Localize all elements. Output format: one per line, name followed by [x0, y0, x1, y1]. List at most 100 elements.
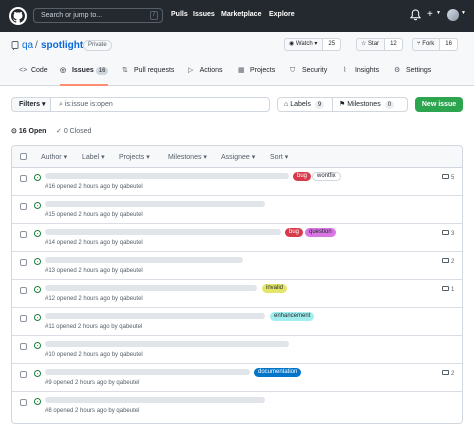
select-all-checkbox[interactable] — [20, 153, 27, 160]
issue-label[interactable]: wontfix — [312, 172, 341, 181]
issue-open-icon: ⊙ — [11, 128, 19, 135]
table-row[interactable]: documentation 2 #9 opened 2 hours ago by… — [12, 364, 462, 392]
issue-open-icon — [34, 398, 41, 405]
tab-label: Projects — [249, 67, 276, 74]
milestones-button[interactable]: ⚑ Milestones 0 — [333, 98, 395, 111]
chevron-down-icon[interactable]: ▼ — [461, 10, 466, 16]
comment-count: 2 — [451, 371, 455, 377]
issue-checkbox[interactable] — [20, 399, 27, 406]
milestones-count: 0 — [384, 100, 395, 109]
issue-title-link[interactable] — [45, 285, 257, 291]
comments-link[interactable]: 3 — [442, 230, 454, 238]
comment-count: 1 — [451, 287, 455, 293]
issue-checkbox[interactable] — [20, 203, 27, 210]
repo-icon — [11, 41, 19, 50]
open-count-label: 16 Open — [18, 128, 47, 135]
issue-label[interactable]: bug — [285, 228, 304, 237]
table-row[interactable]: invalid 1 #12 opened 2 hours ago by qabe… — [12, 280, 462, 308]
avatar[interactable] — [447, 9, 459, 21]
issue-title-link[interactable] — [45, 257, 243, 263]
table-row[interactable]: enhancement #11 opened 2 hours ago by qa… — [12, 308, 462, 336]
star-count: 12 — [385, 39, 402, 50]
table-row[interactable]: #8 opened 2 hours ago by qabeutel — [12, 392, 462, 420]
tab-actions[interactable]: ▷ Actions — [188, 66, 223, 86]
table-row[interactable]: 2 #13 opened 2 hours ago by qabeutel — [12, 252, 462, 280]
tab-label: Actions — [199, 67, 223, 74]
watch-button[interactable]: ◉ Watch ▾ 25 — [284, 38, 342, 51]
filter-label: Milestones — [168, 154, 202, 161]
create-new-icon[interactable]: + — [427, 9, 433, 21]
issue-title-link[interactable] — [45, 229, 281, 235]
comments-link[interactable]: 2 — [442, 370, 454, 378]
table-row[interactable]: bug wontfix 5 #16 opened 2 hours ago by … — [12, 168, 462, 196]
issue-checkbox[interactable] — [20, 371, 27, 378]
issue-label[interactable]: documentation — [254, 368, 302, 377]
comments-link[interactable]: 1 — [442, 286, 454, 294]
author-filter[interactable]: Author ▾ — [41, 153, 67, 162]
comment-icon — [442, 286, 449, 291]
chevron-down-icon[interactable]: ▼ — [436, 10, 441, 16]
issue-title-link[interactable] — [45, 313, 265, 319]
sort-dropdown[interactable]: Sort ▾ — [270, 153, 288, 162]
issue-title-link[interactable] — [45, 201, 265, 207]
projects-filter[interactable]: Projects ▾ — [119, 153, 150, 162]
labels-button[interactable]: ⌂ Labels 9 — [278, 98, 333, 111]
comments-link[interactable]: 2 — [442, 258, 454, 266]
comments-link[interactable]: 5 — [442, 174, 454, 182]
issue-checkbox[interactable] — [20, 287, 27, 294]
tab-projects[interactable]: ▦ Projects — [238, 66, 275, 86]
issue-open-icon — [34, 314, 41, 321]
table-row[interactable]: bug question 3 #14 opened 2 hours ago by… — [12, 224, 462, 252]
issue-label[interactable]: question — [305, 228, 336, 237]
issue-title-link[interactable] — [45, 173, 289, 179]
global-search-input[interactable]: Search or jump to... / — [33, 8, 163, 23]
issue-checkbox[interactable] — [20, 259, 27, 266]
issue-title-link[interactable] — [45, 369, 250, 375]
github-logo-icon[interactable] — [9, 7, 27, 25]
tab-pull-requests[interactable]: ⇅ Pull requests — [122, 66, 174, 86]
tab-issues[interactable]: ◎ Issues 16 — [60, 66, 109, 86]
repo-owner-link[interactable]: qa — [22, 40, 33, 51]
issue-search-input[interactable]: ⌕ is:issue is:open — [51, 98, 269, 111]
tab-settings[interactable]: ⚙ Settings — [394, 66, 431, 86]
table-row[interactable]: #10 opened 2 hours ago by qabeutel — [12, 336, 462, 364]
issue-meta: #11 opened 2 hours ago by qabeutel — [45, 324, 143, 330]
issue-label[interactable]: enhancement — [270, 312, 315, 321]
issues-list-header: Author ▾ Label ▾ Projects ▾ Milestones ▾… — [12, 146, 462, 168]
nav-marketplace[interactable]: Marketplace — [221, 11, 261, 18]
tab-label: Insights — [354, 67, 380, 74]
tab-insights[interactable]: ⌇ Insights — [343, 66, 379, 86]
bell-icon[interactable] — [410, 9, 421, 21]
nav-issues[interactable]: Issues — [193, 11, 215, 18]
issue-open-icon — [34, 174, 41, 181]
issue-checkbox[interactable] — [20, 231, 27, 238]
closed-issues-toggle[interactable]: ✓ 0 Closed — [56, 127, 91, 136]
star-button[interactable]: ☆ Star 12 — [356, 38, 403, 51]
nav-pulls[interactable]: Pulls — [171, 11, 188, 18]
tab-counter: 16 — [95, 67, 109, 75]
issue-title-link[interactable] — [45, 397, 265, 403]
issue-checkbox[interactable] — [20, 175, 27, 182]
table-row[interactable]: #15 opened 2 hours ago by qabeutel — [12, 196, 462, 224]
tab-security[interactable]: ⛉ Security — [290, 66, 327, 86]
filters-button[interactable]: Filters ▾ — [12, 98, 51, 111]
issue-title-link[interactable] — [45, 341, 289, 347]
issue-checkbox[interactable] — [20, 343, 27, 350]
issue-label[interactable]: bug — [293, 172, 312, 181]
milestones-filter[interactable]: Milestones ▾ — [168, 153, 207, 162]
issue-checkbox[interactable] — [20, 315, 27, 322]
new-issue-button[interactable]: New issue — [415, 97, 463, 112]
fork-label: Fork — [422, 41, 435, 47]
issue-label[interactable]: invalid — [262, 284, 288, 293]
assignee-filter[interactable]: Assignee ▾ — [221, 153, 255, 162]
label-filter[interactable]: Label ▾ — [82, 153, 105, 162]
global-header: Search or jump to... / Pulls Issues Mark… — [0, 0, 474, 32]
repo-name-link[interactable]: spotlight — [41, 40, 83, 51]
fork-button[interactable]: ⑂ Fork 16 — [412, 38, 458, 51]
tab-code[interactable]: <> Code — [19, 66, 48, 86]
comment-count: 3 — [451, 231, 455, 237]
graph-icon: ⌇ — [343, 67, 347, 74]
open-issues-toggle[interactable]: ⊙ 16 Open — [11, 127, 46, 136]
issue-meta: #9 opened 2 hours ago by qabeutel — [45, 380, 140, 386]
nav-explore[interactable]: Explore — [269, 11, 295, 18]
